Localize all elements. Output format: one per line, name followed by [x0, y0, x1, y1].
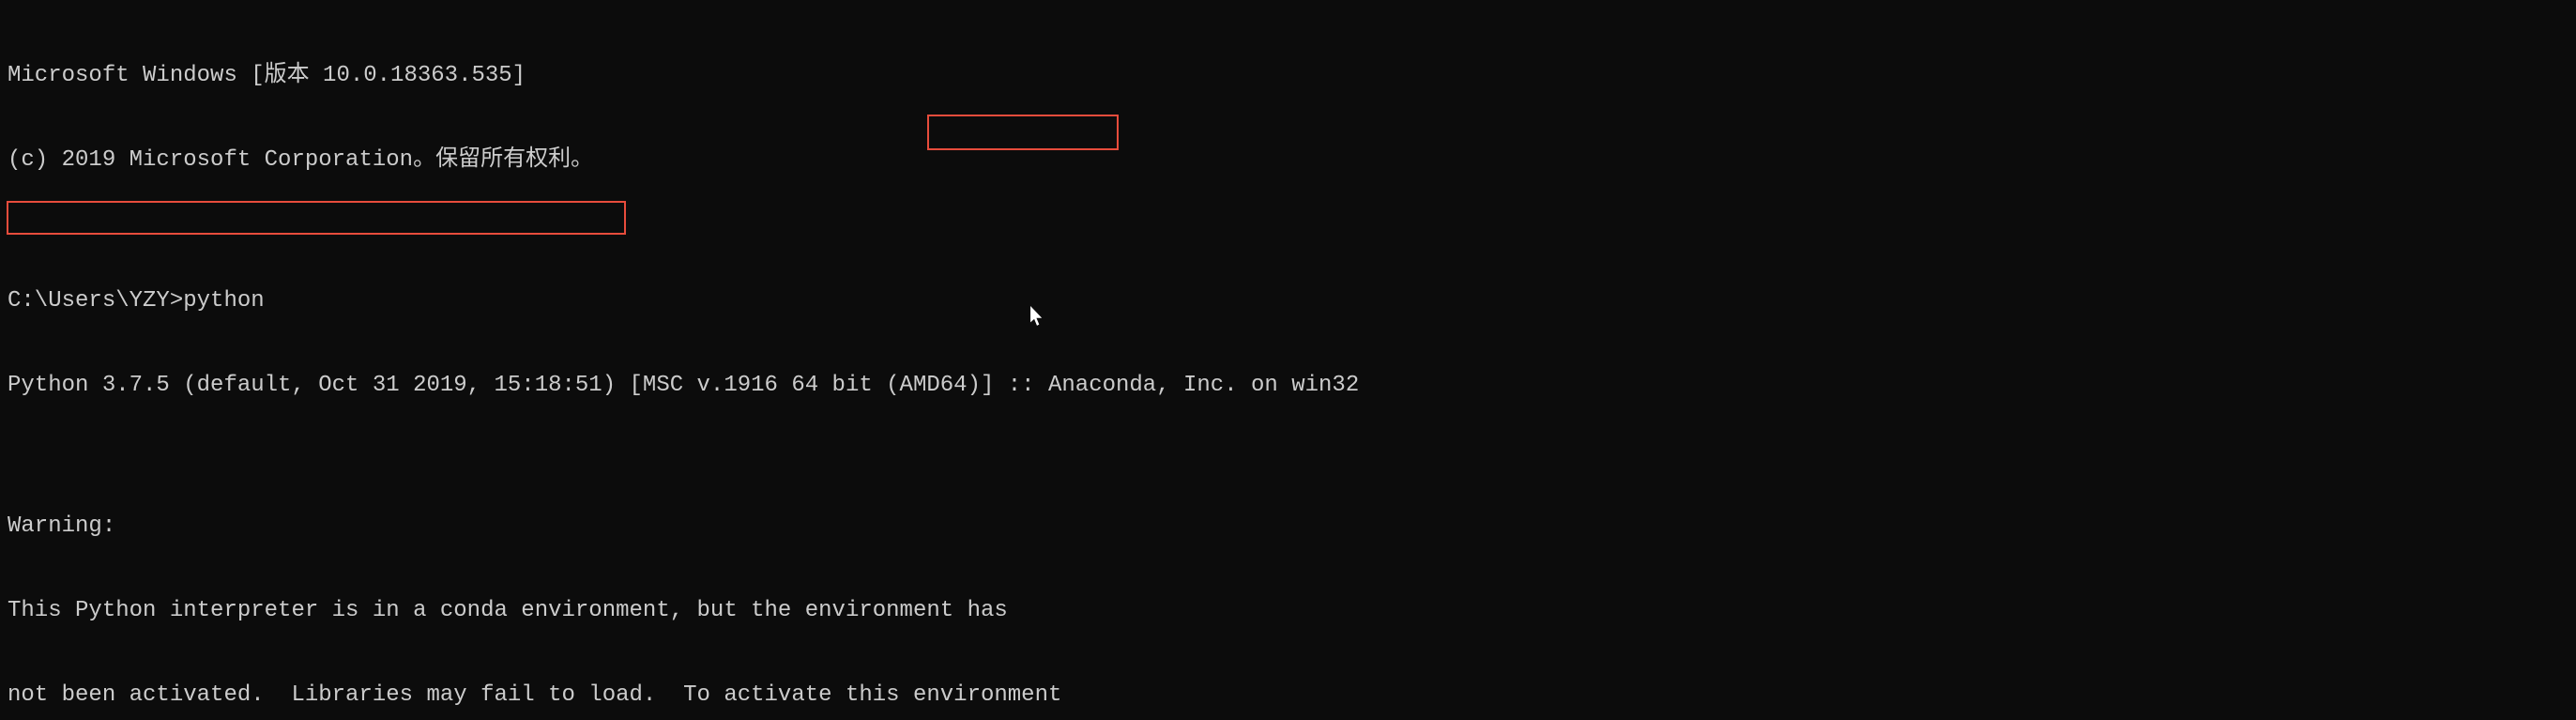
terminal-line: Microsoft Windows [版本 10.0.18363.535] [8, 62, 2568, 90]
terminal-warning-header: Warning: [8, 513, 2568, 541]
terminal-line: Python 3.7.5 (default, Oct 31 2019, 15:1… [8, 372, 2568, 400]
terminal-prompt-line: C:\Users\YZY>python [8, 287, 2568, 315]
terminal-warning-line: This Python interpreter is in a conda en… [8, 597, 2568, 625]
terminal-line: (c) 2019 Microsoft Corporation。保留所有权利。 [8, 146, 2568, 175]
terminal-warning-line: not been activated. Libraries may fail t… [8, 682, 2568, 710]
annotation-box-anaconda [927, 115, 1119, 150]
terminal-window[interactable]: Microsoft Windows [版本 10.0.18363.535] (c… [0, 0, 2576, 720]
annotation-box-conda-env [7, 201, 626, 235]
